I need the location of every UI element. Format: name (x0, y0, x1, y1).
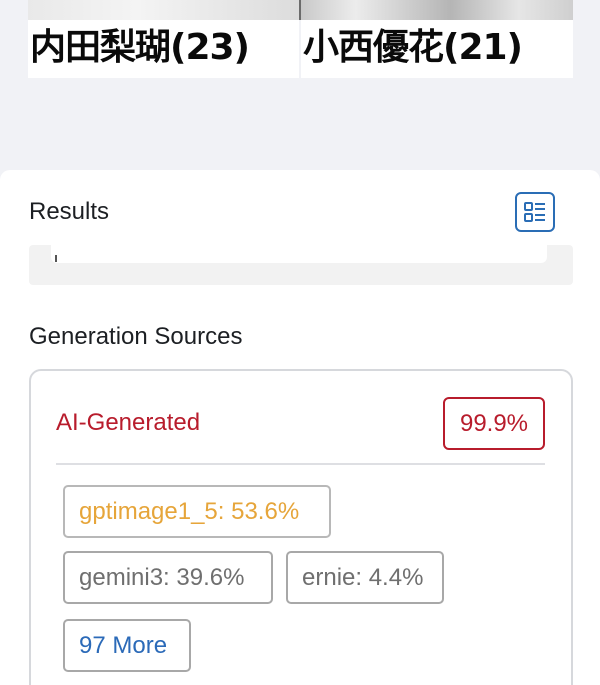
list-view-icon (524, 202, 545, 222)
list-view-toggle-button[interactable] (515, 192, 555, 232)
photo-strip: 内田梨瑚(23) 小西優花(21) (28, 0, 573, 78)
photo-left: 内田梨瑚(23) (28, 0, 299, 78)
ai-generated-percent-badge: 99.9% (443, 397, 545, 450)
results-content (51, 245, 547, 263)
results-title: Results (29, 198, 110, 225)
sources-divider (56, 463, 545, 465)
photo-left-image (28, 0, 299, 20)
more-models-button[interactable]: 97 More (63, 619, 191, 672)
photo-right: 小西優花(21) (301, 0, 573, 78)
photo-right-image (301, 0, 573, 20)
photo-left-caption: 内田梨瑚(23) (30, 27, 250, 68)
sources-title: Generation Sources (29, 323, 243, 350)
model-chip[interactable]: ernie: 4.4% (286, 551, 444, 604)
results-cursor (55, 255, 57, 262)
photo-right-caption: 小西優花(21) (303, 27, 523, 68)
ai-generated-label: AI-Generated (56, 409, 201, 436)
results-scroll-area[interactable] (29, 245, 573, 285)
model-chip-top[interactable]: gptimage1_5: 53.6% (63, 485, 331, 538)
model-chip[interactable]: gemini3: 39.6% (63, 551, 273, 604)
